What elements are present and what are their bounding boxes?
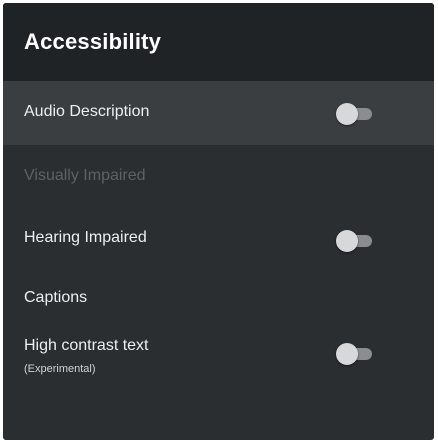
setting-label: Hearing Impaired — [24, 229, 147, 246]
accessibility-panel: Accessibility Audio Description Visually… — [3, 3, 434, 440]
toggle-thumb — [336, 343, 358, 365]
hearing-impaired-toggle[interactable] — [332, 229, 372, 252]
setting-label: Captions — [24, 289, 88, 306]
setting-captions[interactable]: Captions — [3, 271, 434, 325]
setting-label: Visually Impaired — [24, 167, 146, 184]
setting-label: Audio Description — [24, 103, 150, 120]
toggle-thumb — [336, 230, 358, 252]
setting-visually-impaired: Visually Impaired — [3, 145, 434, 209]
high-contrast-text-toggle[interactable] — [332, 342, 372, 365]
toggle-thumb — [336, 103, 358, 125]
setting-high-contrast-text[interactable]: High contrast text (Experimental) — [3, 325, 434, 405]
setting-hearing-impaired[interactable]: Hearing Impaired — [3, 209, 434, 271]
audio-description-toggle[interactable] — [332, 102, 372, 125]
setting-label: High contrast text — [24, 337, 149, 354]
page-title: Accessibility — [24, 29, 162, 54]
panel-header: Accessibility — [3, 3, 434, 81]
setting-sublabel: (Experimental) — [24, 363, 96, 375]
setting-audio-description[interactable]: Audio Description — [3, 81, 434, 145]
